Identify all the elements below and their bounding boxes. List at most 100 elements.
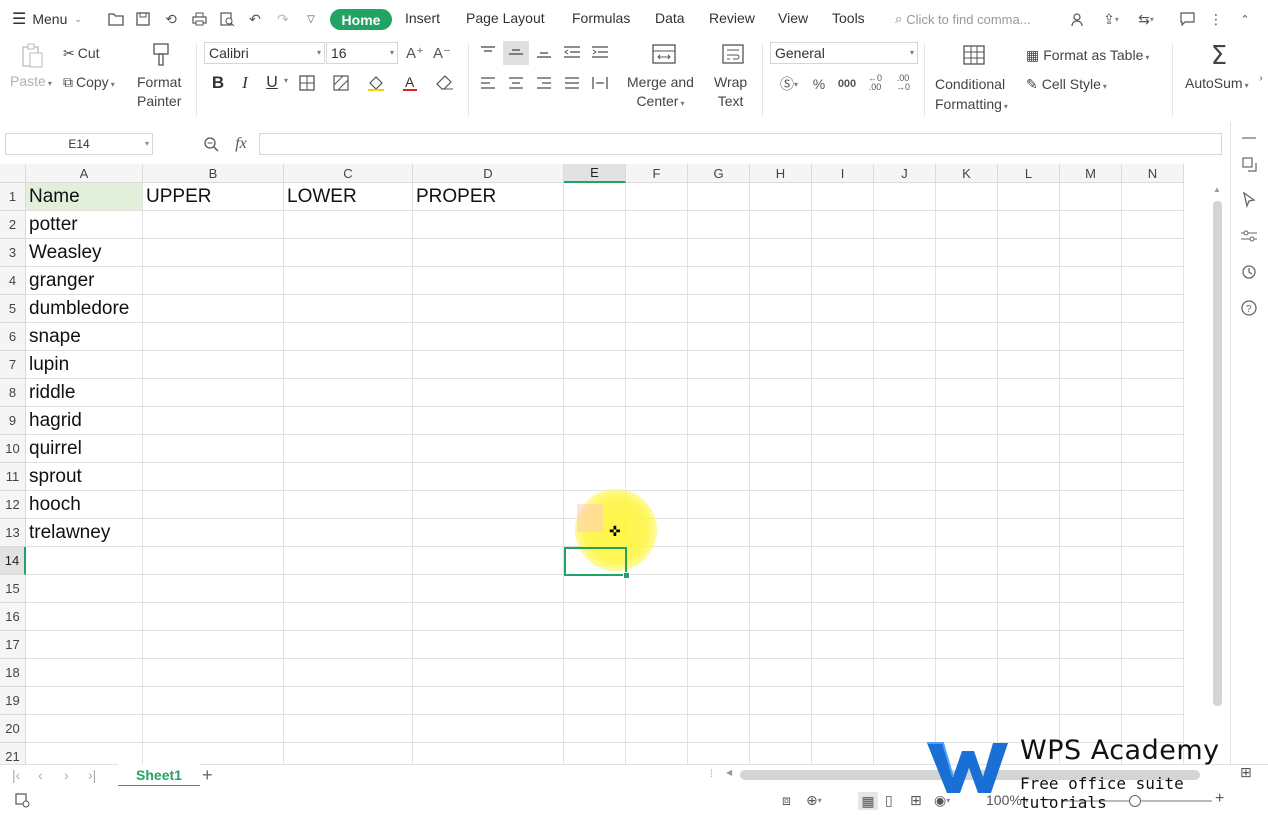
cell-c5[interactable] [284,295,413,323]
cell-a21[interactable] [26,743,143,764]
column-header-b[interactable]: B [143,164,284,183]
cell-c12[interactable] [284,491,413,519]
column-header-g[interactable]: G [688,164,750,183]
cell-m2[interactable] [1060,211,1122,239]
wrap-text-icon[interactable] [721,43,745,65]
cell-c11[interactable] [284,463,413,491]
cell-n13[interactable] [1122,519,1184,547]
cell-l1[interactable] [998,183,1060,211]
cell-g14[interactable] [688,547,750,575]
cell-h1[interactable] [750,183,812,211]
cell-d20[interactable] [413,715,564,743]
cell-a2[interactable]: potter [26,211,143,239]
cell-j18[interactable] [874,659,936,687]
cell-d8[interactable] [413,379,564,407]
cell-n9[interactable] [1122,407,1184,435]
justify-icon[interactable] [563,74,581,92]
vertical-scrollbar[interactable]: ▲ [1210,183,1226,713]
cell-g1[interactable] [688,183,750,211]
cell-a16[interactable] [26,603,143,631]
underline-dropdown-icon[interactable]: ▾ [281,76,291,85]
cell-l4[interactable] [998,267,1060,295]
cell-k5[interactable] [936,295,998,323]
cell-g2[interactable] [688,211,750,239]
cell-c9[interactable] [284,407,413,435]
distributed-align-icon[interactable] [591,74,609,92]
cell-b16[interactable] [143,603,284,631]
cell-j17[interactable] [874,631,936,659]
cell-e21[interactable] [564,743,626,764]
align-left-icon[interactable] [479,74,497,92]
cell-m8[interactable] [1060,379,1122,407]
cell-d17[interactable] [413,631,564,659]
cell-i15[interactable] [812,575,874,603]
cell-d13[interactable] [413,519,564,547]
cell-n10[interactable] [1122,435,1184,463]
cell-j13[interactable] [874,519,936,547]
cell-h7[interactable] [750,351,812,379]
cell-m6[interactable] [1060,323,1122,351]
cell-h12[interactable] [750,491,812,519]
cell-n6[interactable] [1122,323,1184,351]
column-header-f[interactable]: F [626,164,688,183]
row-header-11[interactable]: 11 [0,463,26,491]
format-as-table-button[interactable]: ▦Format as Table▾ [1026,47,1149,64]
cell-n11[interactable] [1122,463,1184,491]
cell-d18[interactable] [413,659,564,687]
cell-l13[interactable] [998,519,1060,547]
cell-i11[interactable] [812,463,874,491]
cell-k17[interactable] [936,631,998,659]
cell-h20[interactable] [750,715,812,743]
cell-b6[interactable] [143,323,284,351]
merge-center-button[interactable]: Merge andCenter▾ [627,73,694,113]
cell-f15[interactable] [626,575,688,603]
cell-n5[interactable] [1122,295,1184,323]
redo-icon[interactable]: ↷ [274,10,292,28]
cell-k7[interactable] [936,351,998,379]
cell-f18[interactable] [626,659,688,687]
customize-chevron-icon[interactable]: ▽ [302,10,320,28]
cell-m19[interactable] [1060,687,1122,715]
name-box-dropdown-icon[interactable]: ▾ [145,139,149,148]
cell-l6[interactable] [998,323,1060,351]
cell-i1[interactable] [812,183,874,211]
cell-a19[interactable] [26,687,143,715]
cell-l17[interactable] [998,631,1060,659]
cell-d21[interactable] [413,743,564,764]
number-format-select[interactable]: General▾ [770,42,918,64]
row-header-8[interactable]: 8 [0,379,26,407]
conditional-formatting-button[interactable]: ConditionalFormatting▾ [935,74,1008,117]
cell-c14[interactable] [284,547,413,575]
cell-k11[interactable] [936,463,998,491]
align-top-icon[interactable] [479,43,497,61]
cell-e7[interactable] [564,351,626,379]
cell-j1[interactable] [874,183,936,211]
cell-b11[interactable] [143,463,284,491]
tab-formulas[interactable]: Formulas [572,10,630,26]
align-center-icon[interactable] [507,74,525,92]
align-right-icon[interactable] [535,74,553,92]
cell-b13[interactable] [143,519,284,547]
row-header-4[interactable]: 4 [0,267,26,295]
cell-c7[interactable] [284,351,413,379]
cell-e16[interactable] [564,603,626,631]
cell-l2[interactable] [998,211,1060,239]
cell-k13[interactable] [936,519,998,547]
cell-d19[interactable] [413,687,564,715]
cell-g5[interactable] [688,295,750,323]
cell-l15[interactable] [998,575,1060,603]
cell-c21[interactable] [284,743,413,764]
cell-h18[interactable] [750,659,812,687]
cell-h14[interactable] [750,547,812,575]
menu-button[interactable]: ☰ Menu ⌄ [12,0,82,38]
cell-c18[interactable] [284,659,413,687]
cell-d10[interactable] [413,435,564,463]
cell-j14[interactable] [874,547,936,575]
cell-f8[interactable] [626,379,688,407]
cell-c15[interactable] [284,575,413,603]
ribbon-scroll-right-icon[interactable]: › [1255,72,1267,84]
cell-g4[interactable] [688,267,750,295]
cell-k18[interactable] [936,659,998,687]
cell-e15[interactable] [564,575,626,603]
settings-sliders-icon[interactable] [1239,226,1259,246]
